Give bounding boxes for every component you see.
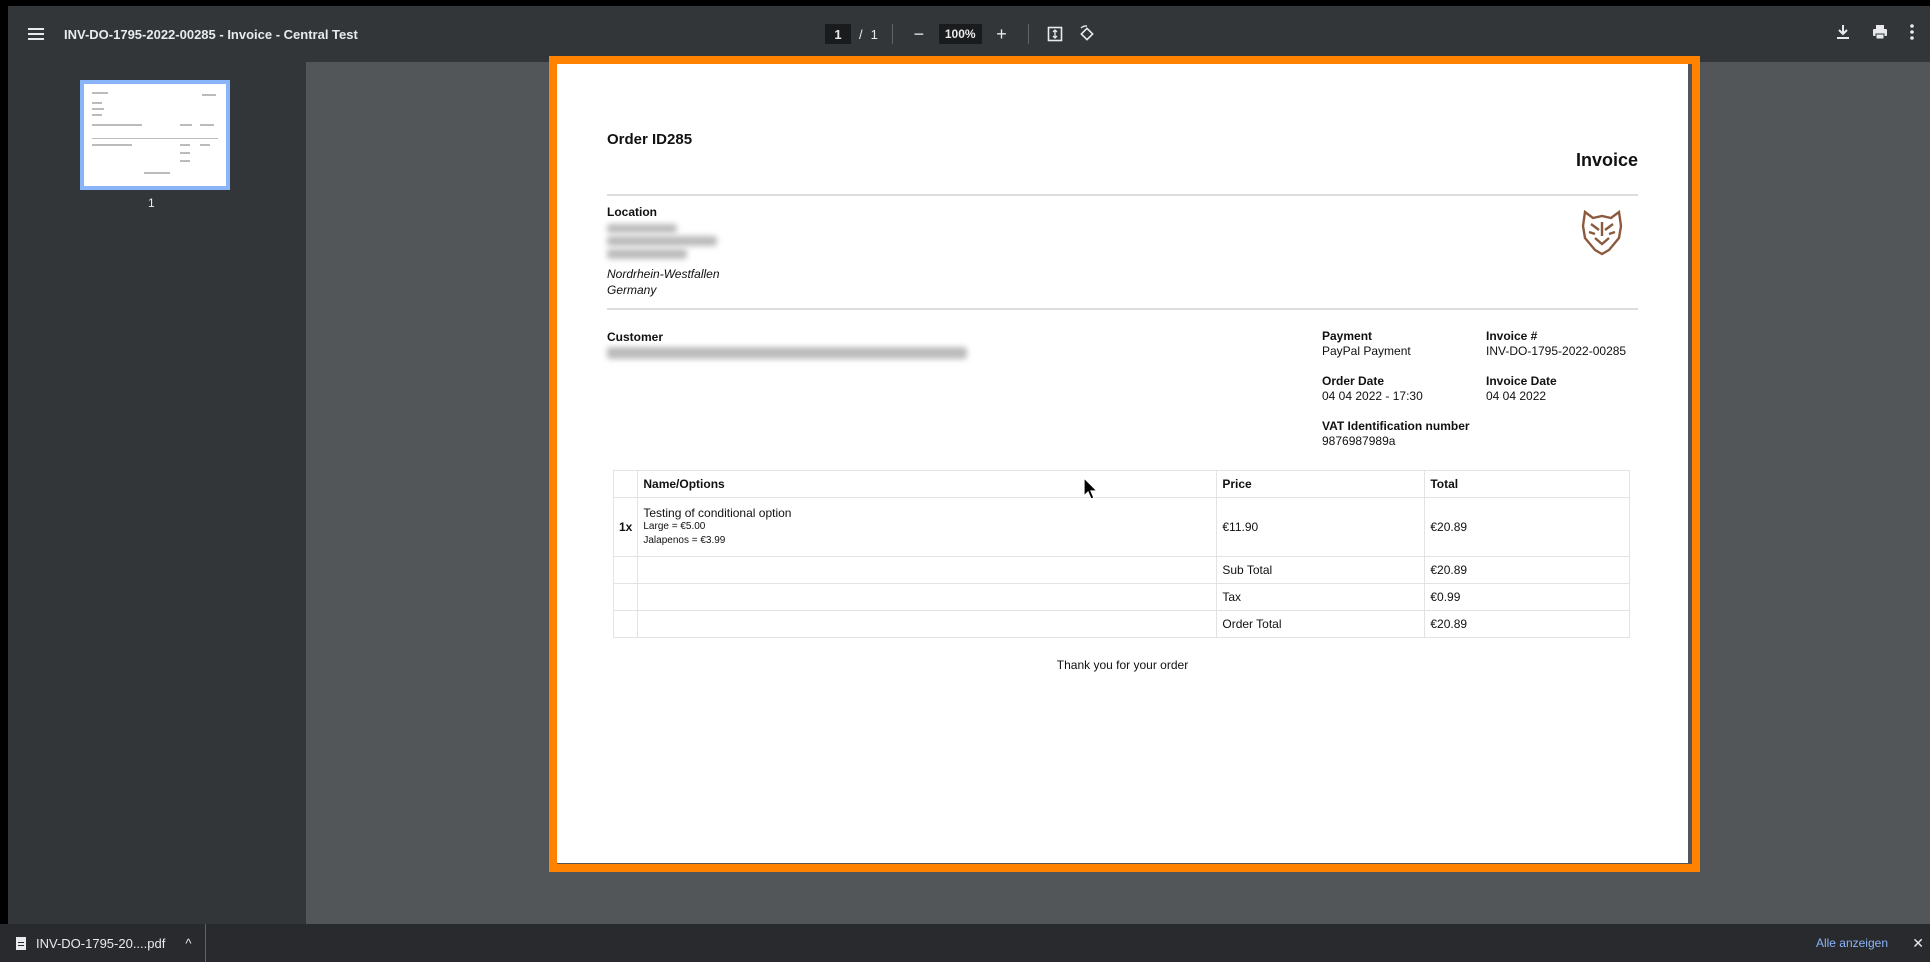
pdf-toolbar: INV-DO-1795-2022-00285 - Invoice - Centr… xyxy=(8,6,1930,62)
empty-cell xyxy=(637,583,1218,611)
rotate-button[interactable] xyxy=(1075,22,1099,46)
table-row: Tax €0.99 xyxy=(612,583,1630,611)
page-thumbnail[interactable] xyxy=(80,80,230,190)
zoom-out-button[interactable]: − xyxy=(907,22,931,46)
name-header: Name/Options xyxy=(637,470,1218,498)
rotate-icon xyxy=(1079,25,1094,41)
menu-button[interactable] xyxy=(8,6,64,62)
item-option: Jalapenos = €3.99 xyxy=(643,535,726,546)
redacted-address-line xyxy=(607,249,687,259)
order-total-label: Order Total xyxy=(1216,610,1426,638)
invoice-number-value: INV-DO-1795-2022-00285 xyxy=(1486,344,1627,358)
divider xyxy=(607,194,1638,196)
qty-header xyxy=(612,470,639,498)
order-total-value: €20.89 xyxy=(1424,610,1630,638)
page-controls: 1 / 1 − 100% + xyxy=(825,6,1099,62)
thumbnail-sidebar: 1 xyxy=(8,62,306,924)
empty-cell xyxy=(612,610,639,638)
page-number-input[interactable]: 1 xyxy=(825,24,851,44)
table-row: Sub Total €20.89 xyxy=(612,556,1630,584)
order-id: Order ID285 xyxy=(607,131,693,148)
empty-cell xyxy=(637,610,1218,638)
empty-cell xyxy=(612,556,639,584)
vat-value: 9876987989a xyxy=(1322,434,1396,448)
download-icon xyxy=(1837,24,1849,39)
redacted-address-line xyxy=(607,236,717,246)
download-item[interactable]: INV-DO-1795-20....pdf ^ xyxy=(0,924,207,962)
tax-value: €0.99 xyxy=(1424,583,1630,611)
payment-label: Payment xyxy=(1322,329,1373,343)
subtotal-label: Sub Total xyxy=(1216,556,1426,584)
invoice-heading: Invoice xyxy=(1575,150,1638,170)
close-download-bar-button[interactable]: ✕ xyxy=(1912,924,1924,962)
total-header: Total xyxy=(1424,470,1630,498)
location-country: Germany xyxy=(607,283,657,297)
redacted-address-line xyxy=(607,224,677,233)
show-all-downloads-link[interactable]: Alle anzeigen xyxy=(1816,924,1888,962)
chevron-up-icon[interactable]: ^ xyxy=(185,936,191,951)
payment-value: PayPal Payment xyxy=(1322,344,1411,358)
invoice-date-label: Invoice Date xyxy=(1486,374,1557,388)
item-option: Large = €5.00 xyxy=(643,521,706,532)
toolbar-divider xyxy=(891,24,893,44)
order-items-table: Name/Options Price Total 1x Testing of c… xyxy=(612,470,1630,638)
item-price: €11.90 xyxy=(1216,497,1426,557)
item-qty: 1x xyxy=(612,497,639,557)
table-row: Order Total €20.89 xyxy=(612,610,1630,638)
location-label: Location xyxy=(607,205,657,219)
item-total: €20.89 xyxy=(1424,497,1630,557)
download-filename: INV-DO-1795-20....pdf xyxy=(36,935,166,951)
print-icon xyxy=(1873,24,1887,39)
redacted-customer xyxy=(607,347,967,359)
download-button[interactable] xyxy=(1836,24,1850,45)
more-vert-icon xyxy=(1910,23,1914,40)
invoice-page: Order ID285 Invoice Location Nordrhein-W… xyxy=(557,64,1688,863)
order-date-label: Order Date xyxy=(1322,374,1385,388)
tax-label: Tax xyxy=(1216,583,1426,611)
document-title: INV-DO-1795-2022-00285 - Invoice - Centr… xyxy=(64,26,358,42)
empty-cell xyxy=(637,556,1218,584)
fit-to-page-button[interactable] xyxy=(1043,22,1067,46)
thank-you-message: Thank you for your order xyxy=(1056,658,1189,672)
zoom-level-input[interactable]: 100% xyxy=(938,24,982,44)
empty-cell xyxy=(612,583,639,611)
fit-to-page-icon xyxy=(1047,26,1062,42)
location-state: Nordrhein-Westfallen xyxy=(607,267,720,281)
download-bar: INV-DO-1795-20....pdf ^ Alle anzeigen ✕ xyxy=(0,924,1930,962)
file-icon xyxy=(16,936,26,950)
page-separator: / xyxy=(859,26,863,42)
toolbar-divider xyxy=(1027,24,1029,44)
mouse-cursor-icon xyxy=(1083,477,1099,500)
toolbar-actions xyxy=(1836,6,1914,62)
page-total: 1 xyxy=(870,26,878,42)
print-button[interactable] xyxy=(1872,24,1888,45)
divider xyxy=(607,308,1638,310)
hamburger-icon xyxy=(28,28,44,40)
invoice-date-value: 04 04 2022 xyxy=(1486,389,1547,403)
price-header: Price xyxy=(1216,470,1426,498)
item-name: Testing of conditional option xyxy=(643,506,792,520)
tiger-logo-icon xyxy=(1581,209,1623,256)
subtotal-value: €20.89 xyxy=(1424,556,1630,584)
thumbnail-page-number: 1 xyxy=(148,196,155,210)
table-row: 1x Testing of conditional option Large =… xyxy=(612,497,1630,557)
order-date-value: 04 04 2022 - 17:30 xyxy=(1322,389,1423,403)
zoom-in-button[interactable]: + xyxy=(990,22,1014,46)
vat-label: VAT Identification number xyxy=(1322,419,1470,433)
customer-label: Customer xyxy=(607,330,664,344)
invoice-number-label: Invoice # xyxy=(1486,329,1538,343)
more-options-button[interactable] xyxy=(1910,23,1914,45)
item-name-cell: Testing of conditional option Large = €5… xyxy=(637,497,1218,557)
table-header-row: Name/Options Price Total xyxy=(612,470,1630,498)
